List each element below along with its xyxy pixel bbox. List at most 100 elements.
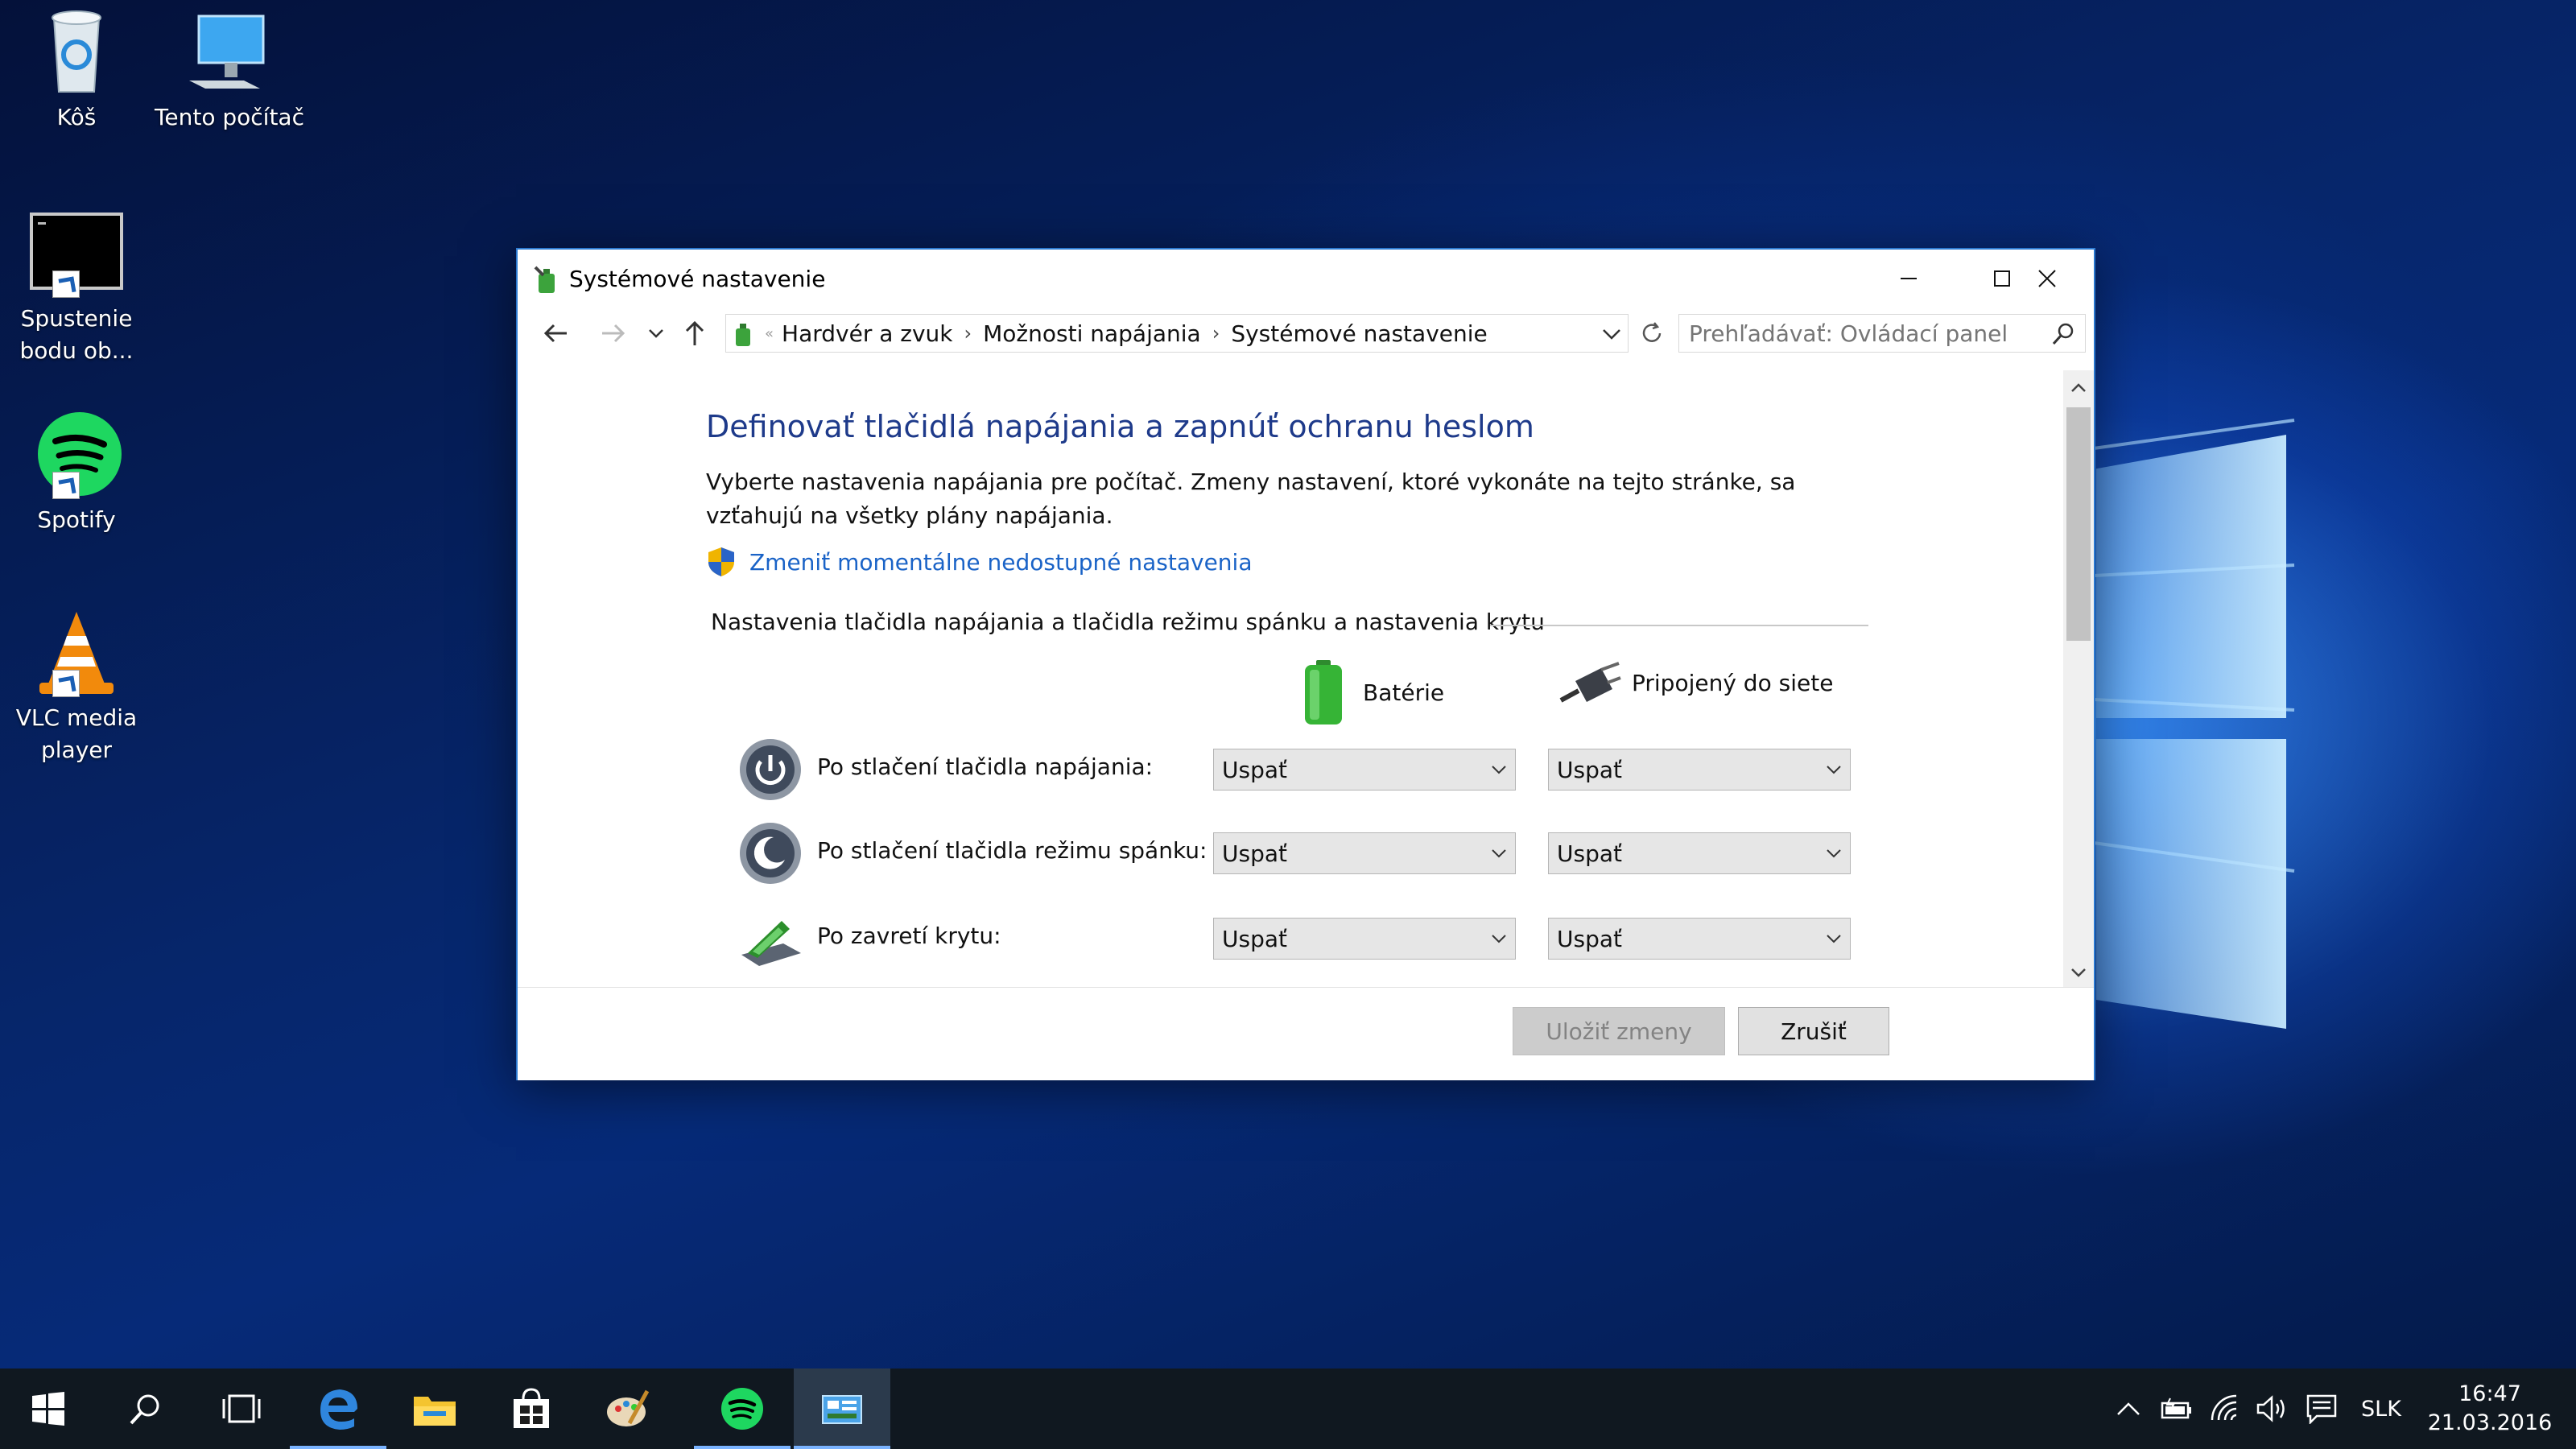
page-description: Vyberte nastavenia napájania pre počítač… <box>706 469 1796 529</box>
setting-row-lid-close: Po zavretí krytu: Uspať Uspať <box>518 902 2047 974</box>
spotify-icon <box>721 1388 763 1430</box>
sleep-button-icon <box>740 823 801 884</box>
battery-column-label: Batérie <box>1363 679 1445 706</box>
breadcrumb[interactable]: « Hardvér a zvuk › Možnosti napájania › … <box>725 314 1629 353</box>
uac-shield-icon <box>708 547 734 576</box>
chevron-down-icon <box>1492 766 1506 774</box>
desktop-icon-this-pc[interactable]: Tento počítač <box>153 8 306 134</box>
taskbar: SLK 16:47 21.03.2016 <box>0 1368 2576 1449</box>
breadcrumb-item-system-settings[interactable]: Systémové nastavenie <box>1231 320 1487 347</box>
taskbar-control-panel[interactable] <box>794 1368 890 1449</box>
show-hidden-icons-button[interactable] <box>2109 1368 2148 1449</box>
tray-network-button[interactable] <box>2202 1368 2248 1449</box>
chevron-down-icon[interactable] <box>1602 328 1621 341</box>
tray-battery-button[interactable] <box>2154 1368 2199 1449</box>
sleep-button-label: Po stlačení tlačidla režimu spánku: <box>817 837 1208 864</box>
clock-date: 21.03.2016 <box>2427 1410 2553 1435</box>
vlc-icon <box>28 609 125 697</box>
minimize-button[interactable] <box>1862 250 1955 308</box>
up-button[interactable] <box>675 316 714 351</box>
selected-value: Uspať <box>1222 925 1287 952</box>
file-explorer-icon <box>414 1397 456 1426</box>
running-indicator <box>290 1446 386 1449</box>
column-header-plugged-in: Pripojený do siete <box>1554 658 1833 707</box>
scroll-up-button[interactable] <box>2063 370 2094 402</box>
window-titlebar[interactable]: Systémové nastavenie <box>518 250 2094 308</box>
paint-icon <box>607 1389 650 1426</box>
selected-value: Uspať <box>1222 756 1287 783</box>
sleep-button-plugged-select[interactable]: Uspať <box>1548 832 1851 874</box>
refresh-icon <box>1642 322 1662 342</box>
scroll-thumb[interactable] <box>2066 407 2091 641</box>
window-title: Systémové nastavenie <box>569 265 826 292</box>
recycle-bin-icon <box>28 8 125 97</box>
power-button-icon <box>740 739 801 800</box>
lid-close-battery-select[interactable]: Uspať <box>1213 918 1516 960</box>
store-icon <box>514 1388 549 1428</box>
breadcrumb-item-power-options[interactable]: Možnosti napájania <box>983 320 1201 347</box>
task-view-icon <box>222 1394 261 1423</box>
desktop-icon-recycle-bin[interactable]: Kôš <box>0 8 153 134</box>
chevron-down-icon <box>2071 968 2086 977</box>
vertical-scrollbar[interactable] <box>2063 370 2094 987</box>
admin-link-text[interactable]: Zmeniť momentálne nedostupné nastavenia <box>749 549 1252 576</box>
running-indicator <box>794 1446 890 1449</box>
taskbar-search-button[interactable] <box>97 1368 193 1449</box>
refresh-button[interactable] <box>1633 316 1670 351</box>
search-icon[interactable] <box>2051 322 2075 346</box>
control-panel-icon <box>736 324 750 346</box>
spotify-icon <box>28 411 125 499</box>
this-pc-icon <box>181 8 278 97</box>
desktop-icon-command-prompt[interactable]: Spustenie bodu ob... <box>0 209 153 367</box>
power-options-app-icon <box>534 266 555 293</box>
sleep-button-battery-select[interactable]: Uspať <box>1213 832 1516 874</box>
laptop-lid-icon <box>741 921 801 966</box>
plugged-column-label: Pripojený do siete <box>1632 669 1834 696</box>
search-input[interactable] <box>1689 320 2043 347</box>
save-changes-button[interactable]: Uložiť zmeny <box>1513 1007 1725 1055</box>
battery-charging-icon <box>2161 1397 2191 1419</box>
shortcut-arrow-icon <box>52 270 80 298</box>
tray-clock[interactable]: 16:47 21.03.2016 <box>2413 1380 2566 1438</box>
tray-action-center-button[interactable] <box>2299 1368 2344 1449</box>
start-button[interactable] <box>0 1368 97 1449</box>
battery-icon <box>1305 660 1342 724</box>
tray-language-button[interactable]: SLK <box>2351 1368 2412 1449</box>
taskbar-paint[interactable] <box>580 1368 676 1449</box>
selected-value: Uspať <box>1557 840 1622 867</box>
breadcrumb-item-hardware[interactable]: Hardvér a zvuk <box>782 320 953 347</box>
change-unavailable-settings-link[interactable]: Zmeniť momentálne nedostupné nastavenia <box>706 546 1252 578</box>
shortcut-arrow-icon <box>52 670 80 697</box>
taskbar-file-explorer[interactable] <box>386 1368 483 1449</box>
taskbar-edge[interactable] <box>290 1368 386 1449</box>
taskbar-spotify[interactable] <box>694 1368 791 1449</box>
search-box[interactable] <box>1678 314 2086 353</box>
chevron-up-icon <box>2071 383 2086 392</box>
taskbar-store[interactable] <box>483 1368 580 1449</box>
breadcrumb-overflow-icon: « <box>765 324 774 342</box>
forward-button[interactable] <box>593 316 632 351</box>
chevron-down-icon <box>1827 849 1841 858</box>
power-button-battery-select[interactable]: Uspať <box>1213 749 1516 791</box>
close-button[interactable] <box>2000 250 2094 308</box>
chevron-up-icon <box>2117 1402 2140 1415</box>
start-icon <box>32 1392 64 1426</box>
selected-value: Uspať <box>1222 840 1287 867</box>
cancel-button[interactable]: Zrušiť <box>1738 1007 1889 1055</box>
chevron-right-icon: › <box>964 322 972 345</box>
column-header-battery: Batérie <box>1300 658 1444 726</box>
recent-locations-button[interactable] <box>642 316 671 351</box>
action-center-icon <box>2306 1394 2337 1424</box>
scroll-down-button[interactable] <box>2063 955 2094 987</box>
lid-close-plugged-select[interactable]: Uspať <box>1548 918 1851 960</box>
desktop-icon-vlc[interactable]: VLC media player <box>0 609 153 766</box>
close-icon <box>2038 270 2056 287</box>
search-icon <box>130 1394 159 1425</box>
clock-time: 16:47 <box>2458 1381 2521 1406</box>
power-button-plugged-select[interactable]: Uspať <box>1548 749 1851 791</box>
back-button[interactable] <box>537 316 576 351</box>
task-view-button[interactable] <box>193 1368 290 1449</box>
tray-volume-button[interactable] <box>2249 1368 2294 1449</box>
desktop-icon-spotify[interactable]: Spotify <box>0 411 153 536</box>
arrow-right-icon <box>602 324 625 343</box>
